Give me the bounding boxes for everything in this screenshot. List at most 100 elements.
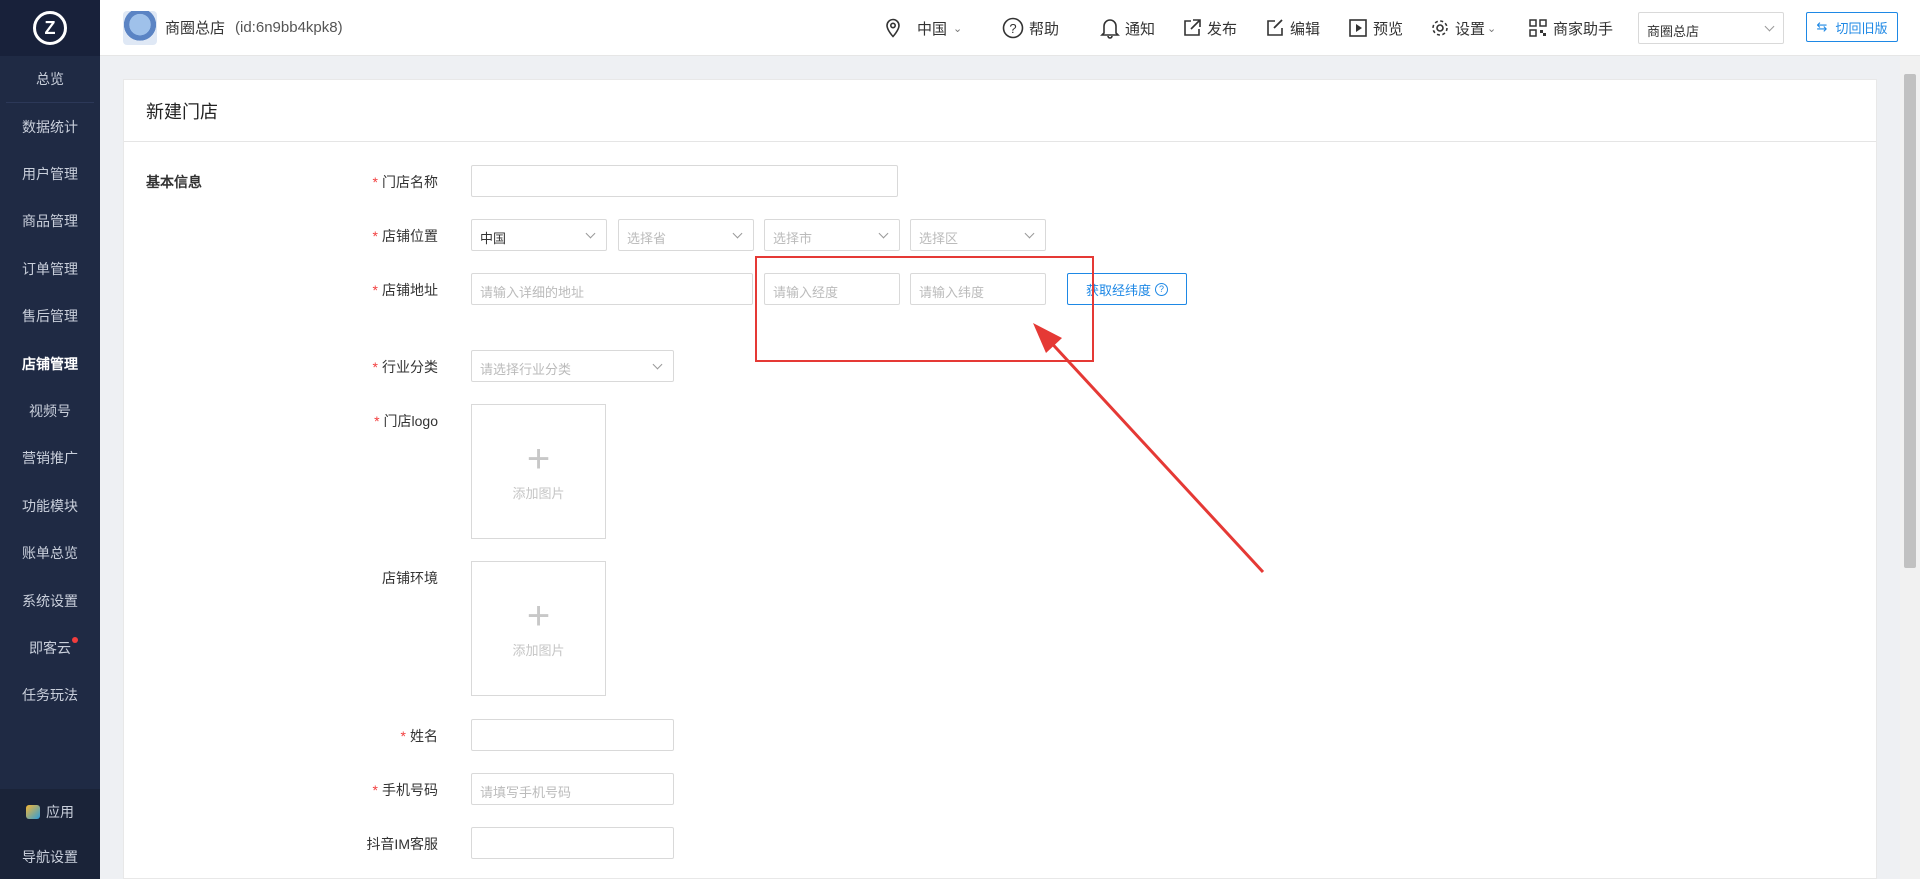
logo-area: Z xyxy=(0,0,100,56)
city-select[interactable]: 选择市 xyxy=(764,219,900,251)
name-input[interactable] xyxy=(471,719,674,751)
industry-select[interactable]: 请选择行业分类 xyxy=(471,350,674,382)
phone-input[interactable]: 请填写手机号码 xyxy=(471,773,674,805)
sidebar-item-tasks[interactable]: 任务玩法 xyxy=(0,672,100,719)
environment-label-text: 店铺环境 xyxy=(382,570,438,586)
sidebar-item-data-stats[interactable]: 数据统计 xyxy=(0,103,100,150)
longitude-input[interactable]: 请输入经度 xyxy=(764,273,900,305)
required-mark: * xyxy=(372,282,378,298)
page-title: 新建门店 xyxy=(124,80,1876,142)
assistant-label: 商家助手 xyxy=(1553,20,1614,38)
district-select[interactable]: 选择区 xyxy=(910,219,1046,251)
phone-label-text: 手机号码 xyxy=(382,782,438,798)
sidebar-item-marketing[interactable]: 营销推广 xyxy=(0,435,100,482)
help-link[interactable]: ? 帮助 xyxy=(1002,0,1059,56)
store-name-input[interactable] xyxy=(471,165,898,197)
required-mark: * xyxy=(400,728,406,744)
qrcode-icon xyxy=(1529,19,1547,37)
share-icon xyxy=(1184,19,1201,36)
sidebar-apps-button[interactable]: 应用 xyxy=(0,789,100,834)
notify-label: 通知 xyxy=(1125,20,1156,38)
sidebar-apps-label: 应用 xyxy=(46,803,74,820)
sidebar-item-system-settings[interactable]: 系统设置 xyxy=(0,577,100,624)
province-placeholder: 选择省 xyxy=(627,231,667,246)
store-name-label: * 门店名称 xyxy=(318,172,438,192)
logo-label: * 门店logo xyxy=(318,411,438,431)
sidebar-item-overview[interactable]: 总览 xyxy=(6,56,94,103)
plus-icon: + xyxy=(526,594,551,638)
address-label-text: 店铺地址 xyxy=(382,282,438,298)
cube-icon xyxy=(26,804,40,819)
edit-icon xyxy=(1267,19,1283,36)
chevron-down-icon xyxy=(652,359,663,370)
assistant-link[interactable]: 商家助手 xyxy=(1528,0,1613,56)
chevron-down-icon xyxy=(732,228,743,239)
sidebar-nav-settings[interactable]: 导航设置 xyxy=(0,834,100,879)
required-mark: * xyxy=(372,228,378,244)
province-select[interactable]: 选择省 xyxy=(618,219,754,251)
sidebar-item-video[interactable]: 视频号 xyxy=(0,387,100,434)
latitude-input[interactable]: 请输入纬度 xyxy=(910,273,1046,305)
switch-old-version-button[interactable]: ⇆ 切回旧版 xyxy=(1806,12,1898,42)
help-label: 帮助 xyxy=(1029,20,1060,38)
sidebar-item-orders[interactable]: 订单管理 xyxy=(0,245,100,292)
location-label-text: 店铺位置 xyxy=(382,228,438,244)
store-selector[interactable]: 商圈总店 xyxy=(1638,12,1784,44)
environment-upload[interactable]: + 添加图片 xyxy=(471,561,606,696)
region-selector[interactable]: 中国 ⌄ xyxy=(884,0,962,56)
sidebar-item-store-management[interactable]: 店铺管理 xyxy=(0,340,100,387)
environment-upload-text: 添加图片 xyxy=(512,643,565,658)
logo-upload[interactable]: + 添加图片 xyxy=(471,404,606,539)
svg-text:?: ? xyxy=(1009,21,1016,36)
notify-link[interactable]: 通知 xyxy=(1100,0,1155,56)
settings-menu[interactable]: 设置 ⌄ xyxy=(1430,0,1496,56)
scrollbar-thumb[interactable] xyxy=(1904,74,1916,568)
required-mark: * xyxy=(374,413,380,429)
name-label: * 姓名 xyxy=(318,726,438,746)
city-placeholder: 选择市 xyxy=(773,231,813,246)
chevron-down-icon xyxy=(878,228,889,239)
logo-label-text: 门店logo xyxy=(383,413,438,429)
chevron-down-icon: ⌄ xyxy=(1487,22,1497,35)
bell-icon xyxy=(1100,19,1120,39)
industry-label-text: 行业分类 xyxy=(382,359,438,375)
sidebar-bottom: 应用 导航设置 xyxy=(0,789,100,879)
sidebar-item-billing[interactable]: 账单总览 xyxy=(0,530,100,577)
publish-link[interactable]: 发布 xyxy=(1182,0,1237,56)
country-select[interactable]: 中国 xyxy=(471,219,607,251)
chevron-down-icon xyxy=(1024,228,1035,239)
location-label: * 店铺位置 xyxy=(318,226,438,246)
notification-dot xyxy=(72,637,78,644)
chevron-down-icon: ⌄ xyxy=(953,22,963,35)
region-label: 中国 xyxy=(917,20,948,38)
environment-label: 店铺环境 xyxy=(318,568,438,588)
get-coordinates-label: 获取经纬度 xyxy=(1085,282,1151,298)
address-detail-input[interactable]: 请输入详细的地址 xyxy=(471,273,753,305)
industry-placeholder: 请选择行业分类 xyxy=(480,362,572,377)
sidebar-item-modules[interactable]: 功能模块 xyxy=(0,482,100,529)
sidebar: Z 总览 数据统计 用户管理 商品管理 订单管理 售后管理 店铺管理 视频号 营… xyxy=(0,0,100,879)
new-store-card: 新建门店 基本信息 * 门店名称 * 店铺位置 中国 选择省 选择市 选择区 * 店铺… xyxy=(123,79,1877,879)
sidebar-item-users[interactable]: 用户管理 xyxy=(0,150,100,197)
douyin-input[interactable] xyxy=(471,827,674,859)
required-mark: * xyxy=(372,174,378,190)
address-label: * 店铺地址 xyxy=(318,280,438,300)
get-coordinates-button[interactable]: 获取经纬度 ? xyxy=(1067,273,1187,305)
chevron-down-icon xyxy=(1764,21,1775,32)
phone-label: * 手机号码 xyxy=(318,780,438,800)
sidebar-item-after-sales[interactable]: 售后管理 xyxy=(0,293,100,340)
edit-link[interactable]: 编辑 xyxy=(1265,0,1320,56)
store-id: (id:6n9bb4kpk8) xyxy=(235,19,343,36)
store-name: 商圈总店 xyxy=(165,20,226,37)
district-placeholder: 选择区 xyxy=(919,231,959,246)
country-value: 中国 xyxy=(480,231,507,246)
douyin-label-text: 抖音IM客服 xyxy=(366,836,438,852)
sidebar-item-jikeyun[interactable]: 即客云 xyxy=(0,624,100,671)
sidebar-item-products[interactable]: 商品管理 xyxy=(0,198,100,245)
preview-link[interactable]: 预览 xyxy=(1348,0,1403,56)
edit-label: 编辑 xyxy=(1290,20,1321,38)
app-logo[interactable]: Z xyxy=(33,11,67,45)
play-square-icon xyxy=(1349,19,1367,37)
gear-icon xyxy=(1432,20,1448,36)
question-circle-icon: ? xyxy=(1002,17,1024,39)
